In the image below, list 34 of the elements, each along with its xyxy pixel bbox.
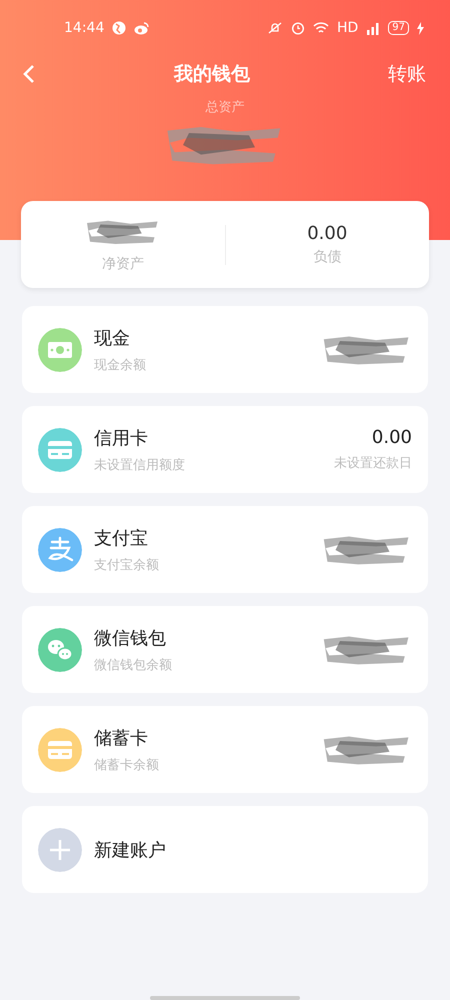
new-account-card[interactable]: 新建账户 bbox=[22, 806, 428, 893]
charging-icon bbox=[417, 22, 424, 34]
plus-icon bbox=[38, 828, 82, 872]
account-card[interactable]: 微信钱包 微信钱包余额 bbox=[22, 606, 428, 693]
account-name: 微信钱包 bbox=[94, 626, 167, 650]
status-time: 14:44 bbox=[64, 20, 104, 36]
page-title: 我的钱包 bbox=[174, 62, 250, 87]
summary-label: 负债 bbox=[313, 248, 342, 266]
account-subtitle: 支付宝余额 bbox=[94, 556, 160, 574]
account-name: 支付宝 bbox=[94, 526, 149, 550]
account-card[interactable]: 现金 现金余额 bbox=[22, 306, 428, 393]
wifi-icon bbox=[312, 22, 329, 34]
account-card[interactable]: 储蓄卡 储蓄卡余额 bbox=[22, 706, 428, 793]
account-name: 现金 bbox=[94, 326, 131, 350]
new-account-label: 新建账户 bbox=[94, 838, 166, 862]
account-amount: 0.00 bbox=[372, 427, 412, 448]
back-button[interactable] bbox=[22, 63, 36, 85]
amount-value: 0.00 bbox=[307, 223, 348, 244]
account-card[interactable]: 支付宝 支付宝余额 bbox=[22, 506, 428, 593]
account-name: 信用卡 bbox=[94, 426, 149, 450]
battery-level: 97 bbox=[388, 21, 409, 35]
account-subtitle: 未设置信用额度 bbox=[94, 456, 186, 474]
account-name: 储蓄卡 bbox=[94, 726, 149, 750]
account-subtitle: 储蓄卡余额 bbox=[94, 756, 160, 774]
account-note: 未设置还款日 bbox=[334, 455, 412, 472]
account-card[interactable]: 信用卡 未设置信用额度 0.00 未设置还款日 bbox=[22, 406, 428, 493]
account-subtitle: 微信钱包余额 bbox=[94, 656, 173, 674]
account-subtitle: 现金余额 bbox=[94, 356, 147, 374]
alarm-icon bbox=[290, 21, 305, 35]
network-label: HD bbox=[336, 20, 358, 36]
mute-bell-icon bbox=[266, 21, 283, 35]
total-assets-label: 总资产 bbox=[204, 99, 246, 116]
summary-label: 净资产 bbox=[102, 254, 144, 272]
signal-icon bbox=[366, 22, 380, 34]
